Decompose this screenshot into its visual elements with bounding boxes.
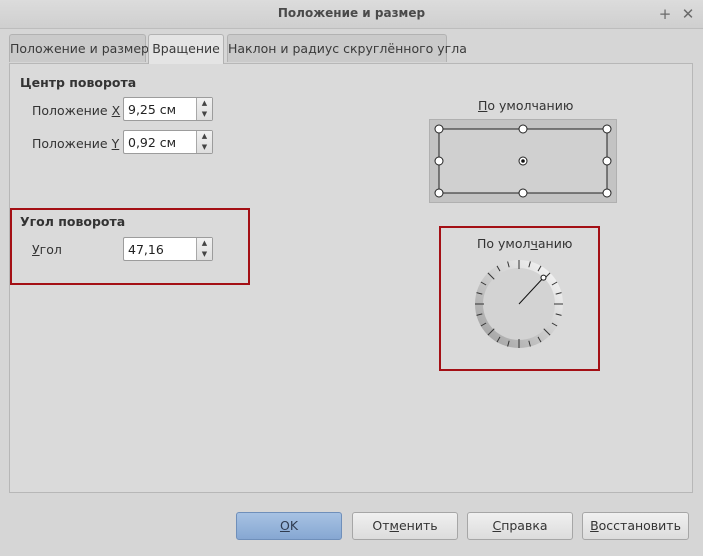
angle-label-text: гол [39, 242, 62, 257]
pivot-x-down-icon[interactable]: ▼ [197, 109, 212, 120]
pivot-point-bottom-right[interactable] [602, 188, 612, 198]
dial-default-label: По умолчанию [477, 236, 572, 251]
pivot-x-up-icon[interactable]: ▲ [197, 98, 212, 109]
ok-label: K [289, 518, 299, 533]
title-bar: Положение и размер + ✕ [0, 0, 703, 29]
pivot-point-top-center[interactable] [518, 124, 528, 134]
pivot-point-top-left[interactable] [434, 124, 444, 134]
pivot-point-middle-left[interactable] [434, 156, 444, 166]
rotation-heading: Угол поворота [20, 214, 126, 229]
dial-default-post: анию [537, 236, 573, 251]
tab-position-size[interactable]: Положение и размер [9, 34, 149, 62]
pivot-default-label: По умолчанию [478, 98, 573, 113]
window-title: Положение и размер [277, 6, 426, 20]
help-mnemonic: С [492, 518, 502, 533]
dial-default-mnemonic: ч [530, 236, 538, 251]
pivot-y-label: Положение Y [32, 136, 119, 151]
help-button[interactable]: Справка [467, 512, 573, 540]
pivot-point-top-right[interactable] [602, 124, 612, 134]
angle-up-icon[interactable]: ▲ [197, 238, 212, 249]
angle-down-icon[interactable]: ▼ [197, 249, 212, 260]
help-label: правка [501, 518, 548, 533]
angle-value[interactable]: 47,16 [128, 242, 164, 257]
reset-mnemonic: В [590, 518, 599, 533]
cancel-post: енить [398, 518, 438, 533]
pivot-point-middle-right[interactable] [602, 156, 612, 166]
pivot-y-value[interactable]: 0,92 см [128, 135, 176, 150]
pivot-x-arrows: ▲ ▼ [196, 98, 212, 120]
pivot-selected-dot-icon [521, 159, 525, 163]
pivot-x-label-text: Положение [32, 103, 112, 118]
pivot-point-bottom-left[interactable] [434, 188, 444, 198]
angle-arrows: ▲ ▼ [196, 238, 212, 260]
pivot-x-value[interactable]: 9,25 см [128, 102, 176, 117]
rotation-angle-dial[interactable] [469, 257, 569, 351]
tab-rotation[interactable]: Вращение [148, 34, 224, 64]
pivot-heading: Центр поворота [20, 75, 137, 90]
cancel-pre: От [372, 518, 390, 533]
pivot-y-label-text: Положение [32, 136, 112, 151]
pivot-x-label: Положение X [32, 103, 120, 118]
pin-button[interactable]: + [654, 3, 676, 25]
cancel-mnemonic: м [389, 518, 399, 533]
dial-default-pre: По умол [477, 236, 531, 251]
angle-spinbox[interactable]: 47,16 ▲ ▼ [123, 237, 213, 261]
pivot-default-mnemonic: П [478, 98, 488, 113]
pivot-y-arrows: ▲ ▼ [196, 131, 212, 153]
pivot-default-post: о умолчанию [487, 98, 574, 113]
reset-button[interactable]: Восстановить [582, 512, 689, 540]
pivot-x-spinbox[interactable]: 9,25 см ▲ ▼ [123, 97, 213, 121]
pivot-point-selector[interactable] [429, 119, 617, 203]
pivot-y-up-icon[interactable]: ▲ [197, 131, 212, 142]
pivot-x-mnemonic: X [111, 103, 121, 118]
pivot-y-mnemonic: Y [111, 136, 120, 151]
reset-post: осстановить [598, 518, 681, 533]
pivot-y-spinbox[interactable]: 0,92 см ▲ ▼ [123, 130, 213, 154]
tab-slant-corner-radius[interactable]: Наклон и радиус скруглённого угла [227, 34, 467, 62]
cancel-button[interactable]: Отменить [352, 512, 458, 540]
rotation-panel: Центр поворота Положение X 9,25 см ▲ ▼ П… [9, 63, 693, 493]
angle-mnemonic: У [32, 242, 40, 257]
dial-handle[interactable] [540, 274, 547, 281]
angle-label: Угол [32, 242, 62, 257]
ok-mnemonic: О [279, 518, 290, 533]
pivot-point-bottom-center[interactable] [518, 188, 528, 198]
pivot-y-down-icon[interactable]: ▼ [197, 142, 212, 153]
ok-button[interactable]: ОK [236, 512, 342, 540]
close-button[interactable]: ✕ [677, 3, 699, 25]
